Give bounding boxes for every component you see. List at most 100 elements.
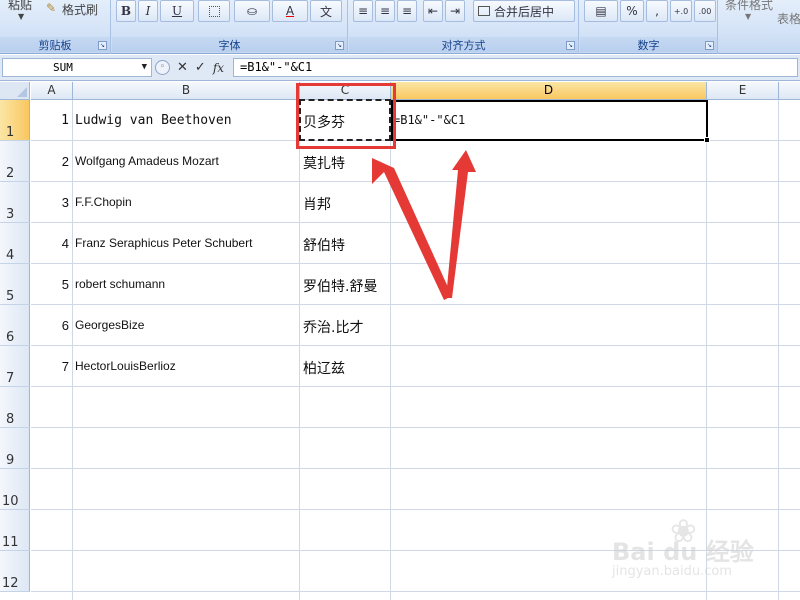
cell-a5[interactable]: 5 [31,277,69,292]
gridline [31,591,800,592]
name-box-dropdown-icon[interactable]: ▼ [142,59,147,76]
cell-b1[interactable]: Ludwig van Beethoven [75,113,232,128]
row-header-6[interactable]: 6 [0,305,30,346]
cell-b4[interactable]: Franz Seraphicus Peter Schubert [75,236,252,250]
percent-button[interactable]: % [620,0,644,22]
increase-indent-button[interactable]: ⇥ [445,0,465,22]
cell-c5[interactable]: 罗伯特.舒曼 [303,276,377,296]
cell-a3[interactable]: 3 [31,195,69,210]
alignment-group-label: 对齐方式 [349,37,578,52]
phonetic-button[interactable]: 文 [310,0,342,22]
cell-c3[interactable]: 肖邦 [303,194,331,214]
align-left-icon: ≡ [357,4,369,18]
table-format-button[interactable]: 表格 [777,10,800,27]
align-right-button[interactable]: ≡ [397,0,417,22]
clipboard-group: 粘贴 ▼ ✎ 格式刷 剪贴板 ↘ [0,0,111,54]
font-color-button[interactable]: A [272,0,308,22]
row-header-5[interactable]: 5 [0,264,30,305]
increase-decimal-button[interactable]: +.0 [670,0,692,22]
select-all-corner[interactable] [0,82,30,100]
format-painter-button[interactable]: 格式刷 [62,1,98,18]
cell-a7[interactable]: 7 [31,359,69,374]
cancel-icon[interactable]: ✕ [177,60,188,75]
watermark-url: jingyan.baidu.com [612,564,732,579]
italic-button[interactable]: I [138,0,158,22]
cell-b2[interactable]: Wolfgang Amadeus Mozart [75,154,219,168]
row-header-3[interactable]: 3 [0,182,30,223]
decrease-indent-button[interactable]: ⇤ [423,0,443,22]
underline-button[interactable]: U [160,0,194,22]
conditional-format-dropdown-icon[interactable]: ▼ [745,12,751,21]
column-header-b[interactable]: B [73,82,300,100]
row-header-8[interactable]: 8 [0,387,30,428]
row-header-12[interactable]: 12 [0,551,30,592]
fill-bucket-icon: ⛀ [246,4,258,18]
cell-c2[interactable]: 莫扎特 [303,153,345,173]
name-box[interactable]: SUM ▼ [2,58,152,77]
cell-a2[interactable]: 2 [31,154,69,169]
cell-b5[interactable]: robert schumann [75,277,165,291]
cell-a4[interactable]: 4 [31,236,69,251]
merge-center-label: 合并后居中 [494,4,555,19]
baidu-jingyan-watermark: ❀ Bai du 经验 jingyan.baidu.com [612,512,797,582]
column-header-d[interactable]: D [391,82,707,100]
watermark-brand: Bai du 经验 [612,538,754,566]
phonetic-icon: 文 [319,4,332,19]
paste-dropdown-icon[interactable]: ▼ [18,12,24,21]
cell-c6[interactable]: 乔治.比才 [303,317,363,337]
align-center-button[interactable]: ≡ [375,0,395,22]
currency-button[interactable]: ▤ [584,0,618,22]
arrow-to-d1-icon [446,150,476,298]
align-right-icon: ≡ [401,4,413,18]
row-header-1[interactable]: 1 [0,100,30,141]
cell-b6[interactable]: GeorgesBize [75,318,144,332]
cell-a6[interactable]: 6 [31,318,69,333]
currency-icon: ▤ [595,4,607,18]
row-header-4[interactable]: 4 [0,223,30,264]
font-group-label: 字体 [112,37,347,52]
formula-input[interactable]: =B1&"-"&C1 [233,58,798,77]
gridline [31,222,800,223]
row-header-10[interactable]: 10 [0,469,30,510]
fill-handle[interactable] [704,137,710,143]
column-header-f[interactable] [779,82,800,100]
number-launcher-icon[interactable]: ↘ [705,41,714,50]
cell-a1[interactable]: 1 [31,113,69,128]
row-header-2[interactable]: 2 [0,141,30,182]
column-header-e[interactable]: E [707,82,779,100]
bold-button[interactable]: B [116,0,136,22]
decrease-decimal-icon: .00 [698,6,712,16]
row-header-7[interactable]: 7 [0,346,30,387]
merge-center-button[interactable]: 合并后居中 [473,0,575,22]
row-header-11[interactable]: 11 [0,510,30,551]
row-header-9[interactable]: 9 [0,428,30,469]
fill-color-button[interactable]: ⛀ [234,0,270,22]
gridline [31,304,800,305]
gridline [31,427,800,428]
ribbon: 粘贴 ▼ ✎ 格式刷 剪贴板 ↘ B I U ⛀ A 文 字体 ↘ ≡ ≡ ≡ … [0,0,800,54]
collapse-icon[interactable]: ◦ [155,60,170,75]
formula-controls: ◦ ✕ ✓ fx [155,58,224,77]
cell-b7[interactable]: HectorLouisBerlioz [75,359,176,373]
cell-c7[interactable]: 柏辽兹 [303,358,345,378]
gridline [31,263,800,264]
clipboard-group-label: 剪贴板 [0,37,110,52]
comma-button[interactable]: , [646,0,668,22]
decrease-indent-icon: ⇤ [427,4,439,18]
alignment-group: ≡ ≡ ≡ ⇤ ⇥ 合并后居中 对齐方式 ↘ [349,0,579,54]
font-launcher-icon[interactable]: ↘ [335,41,344,50]
enter-icon[interactable]: ✓ [195,60,206,75]
insert-function-icon[interactable]: fx [213,61,224,75]
column-header-a[interactable]: A [31,82,73,100]
annotation-highlight-box [296,83,396,149]
decrease-decimal-button[interactable]: .00 [694,0,716,22]
alignment-launcher-icon[interactable]: ↘ [566,41,575,50]
gridline [31,386,800,387]
clipboard-launcher-icon[interactable]: ↘ [98,41,107,50]
gridline [72,100,73,600]
cell-b3[interactable]: F.F.Chopin [75,195,132,209]
number-group: ▤ % , +.0 .00 数字 ↘ [580,0,718,54]
align-left-button[interactable]: ≡ [353,0,373,22]
cell-c4[interactable]: 舒伯特 [303,235,345,255]
border-button[interactable] [198,0,230,22]
